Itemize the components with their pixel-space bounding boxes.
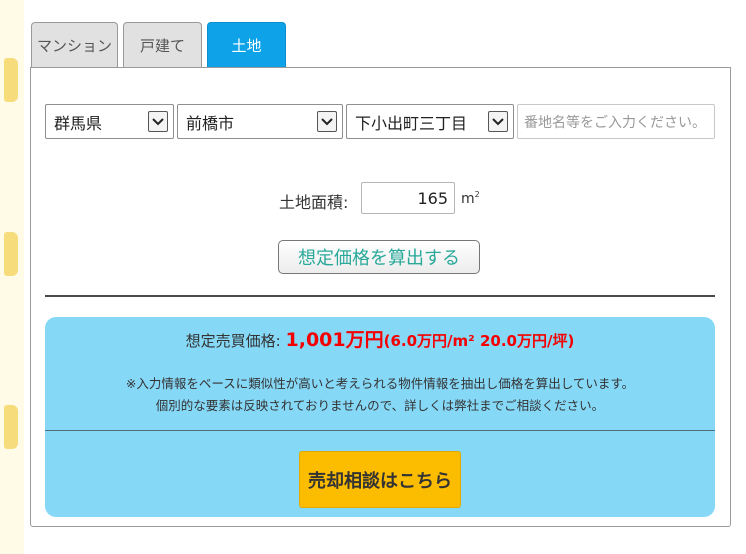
chevron-down-icon (317, 111, 337, 132)
estimated-price-label: 想定売買価格: (185, 332, 281, 350)
area-unit: m2 (461, 190, 480, 207)
area-unit-superscript: 2 (474, 190, 480, 199)
result-divider (45, 430, 715, 431)
chevron-down-icon (488, 111, 508, 132)
estimated-price-line: 想定売買価格: 1,001万円(6.0万円/m² 20.0万円/坪) (45, 325, 715, 352)
sale-consultation-button[interactable]: 売却相談はこちら (299, 451, 461, 508)
prefecture-value: 群馬県 (54, 113, 103, 133)
chevron-down-icon (148, 111, 168, 132)
land-area-input[interactable]: 165 (361, 182, 455, 214)
town-select[interactable]: 下小出町三丁目 (346, 104, 514, 139)
decoration-shape (4, 405, 18, 449)
result-note-line-2: 個別的な要素は反映されておりませんので、詳しくは弊社までご相談ください。 (155, 398, 605, 413)
prefecture-select[interactable]: 群馬県 (45, 104, 174, 139)
price-per-unit: (6.0万円/m² 20.0万円/坪) (383, 332, 575, 350)
result-box: 想定売買価格: 1,001万円(6.0万円/m² 20.0万円/坪) ※入力情報… (45, 317, 715, 517)
city-value: 前橋市 (186, 113, 235, 133)
decoration-shape (4, 232, 18, 276)
town-value: 下小出町三丁目 (355, 113, 468, 133)
section-divider (45, 295, 715, 297)
result-note-line-1: ※入力情報をベースに類似性が高いと考えられる物件情報を抽出し価格を算出しています… (125, 376, 635, 391)
calculate-price-button[interactable]: 想定価格を算出する (278, 240, 480, 274)
tab-mansion[interactable]: マンション (31, 22, 118, 67)
land-area-label: 土地面積: (279, 193, 349, 212)
city-select[interactable]: 前橋市 (177, 104, 343, 139)
decoration-shape (4, 58, 18, 102)
tab-land[interactable]: 土地 (207, 22, 286, 67)
area-unit-base: m (461, 191, 475, 207)
left-decoration (0, 0, 24, 554)
estimated-price-value: 1,001万円 (285, 329, 384, 351)
address-input[interactable]: 番地名等をご入力ください。 (517, 104, 715, 139)
tab-house[interactable]: 戸建て (123, 22, 202, 67)
